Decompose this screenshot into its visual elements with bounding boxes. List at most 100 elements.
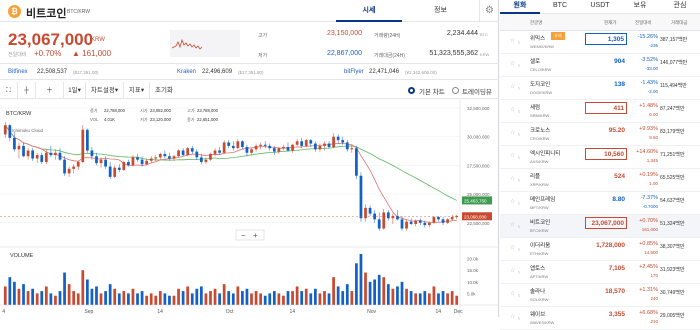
market-row[interactable]: ☆ ⌇ 세럼 SRM/KRW 411 +1.48% 6.00 87,247백만 <box>500 100 700 123</box>
candlestick-chart[interactable]: 32,500,000 30,000,000 27,500,000 25,000,000… <box>0 100 499 317</box>
indicator-button[interactable]: 지표▾ <box>124 82 150 99</box>
candle <box>49 152 53 156</box>
change-pct: -3.52% <box>640 57 658 63</box>
volume-bar <box>76 293 80 305</box>
star-icon[interactable]: ☆ <box>510 129 515 136</box>
candle <box>181 150 185 156</box>
exchange-name[interactable]: bitFlyer <box>344 69 364 75</box>
tab-usdt[interactable]: USDT <box>580 0 620 14</box>
market-row[interactable]: ☆ ⌇ 크로노스 CRO/KRW 95.20 +9.93% 8.60 83,179백만 <box>500 123 700 146</box>
volume-bar <box>295 286 299 305</box>
market-row[interactable]: ☆ ⌇ 비트코인 BTC/KRW 23,067,000 +0.70% 161,000 51,3… <box>500 215 700 238</box>
volume-bar <box>13 281 16 305</box>
candle <box>3 125 7 135</box>
market-row[interactable]: ☆ ⌇ 엑시인피니티 AXS/KRW 10,560 +14.60% 1,345 71,251백… <box>500 146 700 169</box>
col-change[interactable]: 전일대비 <box>635 20 652 26</box>
star-icon[interactable]: ☆ <box>510 290 515 297</box>
candle <box>231 145 235 149</box>
change-amount: 1.00 <box>649 181 658 186</box>
candle <box>40 155 44 162</box>
candle <box>377 219 381 229</box>
star-icon[interactable]: ☆ <box>510 175 515 182</box>
market-row[interactable]: ☆ ⌇ 이더리움 ETH/KRW 1,728,000 +0.85% 14,500 38,307… <box>500 238 700 261</box>
change-pct: +0.70% <box>639 218 658 224</box>
tab-quote[interactable]: 시세 <box>336 0 402 22</box>
coin-pair: MFT/KRW <box>530 205 549 210</box>
chart-icon: ⌇ <box>518 224 520 229</box>
volume-bar <box>40 291 44 305</box>
change-amount: 210 <box>650 319 658 324</box>
interval-select[interactable]: 1일▾ <box>64 82 86 99</box>
candle <box>222 142 226 153</box>
chart-settings-button[interactable]: 차트설정▾ <box>86 82 124 99</box>
market-row[interactable]: ☆ ⌇ 메인프레임 MFT/KRW 8.80 -7.37% -0.7000 54,637백만 <box>500 192 700 215</box>
tab-holding[interactable]: 보유 <box>620 0 660 14</box>
market-row[interactable]: ☆ ⌇ 리플 XRP/KRW 524 +0.19% 1.00 65,525백만 <box>500 169 700 192</box>
market-row[interactable]: ☆ ⌇ 앱토스 APT/KRW 7,105 +2.45% 170 31,923백만 <box>500 261 700 284</box>
volume-bar <box>427 293 431 305</box>
coin-price: 1,305 <box>585 33 627 45</box>
volume-bar <box>85 279 89 305</box>
coin-price: 524 <box>614 173 625 180</box>
basic-chart-radio[interactable] <box>408 87 415 94</box>
col-volume[interactable]: 거래대금 <box>671 20 688 26</box>
zoom-out-icon[interactable]: − <box>241 231 246 240</box>
star-icon[interactable]: ☆ <box>510 37 515 44</box>
tab-krw[interactable]: 원화 <box>500 0 540 14</box>
fullscreen-icon[interactable]: ⛶ <box>0 82 18 99</box>
mini-sparkline <box>170 30 240 57</box>
volume-bar <box>227 291 231 305</box>
zoom-in-icon[interactable]: + <box>253 231 258 240</box>
volume-bar <box>199 286 203 305</box>
tab-favorite[interactable]: 관심 <box>660 0 700 14</box>
chart-icon: ⌇ <box>518 270 520 275</box>
price-unit: KRW <box>91 37 105 43</box>
crosshair-icon[interactable]: ┼ <box>18 82 36 99</box>
volume-bar <box>455 295 459 305</box>
star-icon[interactable]: ☆ <box>510 60 515 67</box>
market-row[interactable]: ☆ ⌇ 솔라나 SOL/KRW 18,570 +1.31% 240 30,749백만 <box>500 284 700 307</box>
star-icon[interactable]: ☆ <box>510 152 515 159</box>
change-pct: -15.26% <box>637 34 659 40</box>
candle <box>309 140 313 144</box>
candle <box>432 217 436 223</box>
market-row[interactable]: ☆ ⌇ 셀로 CELO/KRW 904 -3.52% -33.00 146,077백만 <box>500 54 700 77</box>
volume-bar <box>231 293 235 305</box>
star-icon[interactable]: ☆ <box>510 198 515 205</box>
candle <box>245 147 249 153</box>
exchange-price: 22,496,609 <box>202 69 233 75</box>
interval-label: 1일 <box>68 87 78 94</box>
gear-icon[interactable]: ⚙ <box>479 0 499 22</box>
exchange-name[interactable]: Kraken <box>177 69 196 75</box>
candle <box>76 161 80 167</box>
star-icon[interactable]: ☆ <box>510 221 515 228</box>
volume-bar <box>350 291 354 305</box>
exchange-sub: ($17,351.80) <box>238 70 264 75</box>
legend-vol-label: VOL <box>90 117 99 122</box>
star-icon[interactable]: ☆ <box>510 83 515 90</box>
reset-button[interactable]: 초기화 <box>150 82 178 99</box>
col-name[interactable]: 한글명 <box>530 20 542 26</box>
tab-btc[interactable]: BTC <box>540 0 580 14</box>
market-row[interactable]: ☆ ⌇ 위믹스 WEMIX/KRW 1,305 -15.26% -235 387,157백만 유… <box>500 31 700 54</box>
candle <box>313 143 317 150</box>
market-row[interactable]: ☆ ⌇ 도지코인 DOGE/KRW 138 -1.43% -2.00 115,494백만 <box>500 77 700 100</box>
change-amount: ▲ 161,000 <box>72 49 112 58</box>
draw-icon[interactable]: ＋ <box>36 82 64 99</box>
col-price[interactable]: 현재가 <box>604 20 616 26</box>
coin-name: 솔라나 <box>530 289 546 295</box>
star-icon[interactable]: ☆ <box>510 244 515 251</box>
volume-bar <box>8 277 12 305</box>
tab-info[interactable]: 정보 <box>402 0 479 22</box>
market-row[interactable]: ☆ ⌇ 웨이브 WAVES/KRW 3,355 +6.68% 210 29,005백만 <box>500 307 700 330</box>
volume-bar <box>140 291 144 305</box>
current-price: 23,067,000 <box>8 30 94 49</box>
volume-bar <box>323 291 326 305</box>
candle <box>236 141 240 149</box>
exchange-name[interactable]: Bitfinex <box>8 69 28 75</box>
price-chart[interactable]: 32,500,000 30,000,000 27,500,000 25,000,000… <box>0 100 499 317</box>
tradingview-radio[interactable] <box>452 87 459 94</box>
candle <box>44 152 48 162</box>
star-icon[interactable]: ☆ <box>510 267 515 274</box>
star-icon[interactable]: ☆ <box>510 106 515 113</box>
